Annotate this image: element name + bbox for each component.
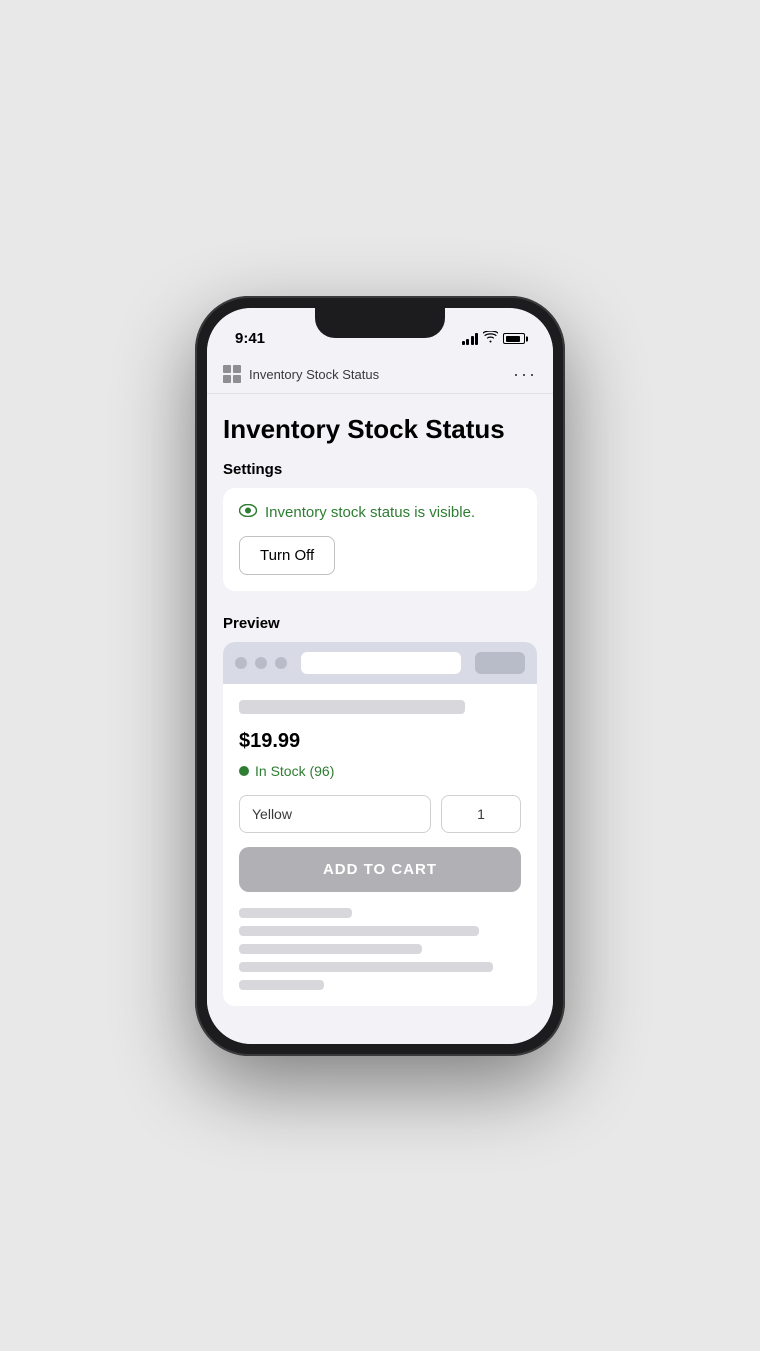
browser-address-bar (301, 652, 461, 674)
placeholder-line-1 (239, 908, 352, 918)
turn-off-button[interactable]: Turn Off (239, 536, 335, 575)
product-price: $19.99 (239, 730, 521, 753)
visibility-status: Inventory stock status is visible. (239, 504, 521, 522)
phone-device: 9:41 (195, 296, 565, 1056)
app-header: Inventory Stock Status ··· (207, 356, 553, 394)
placeholder-line-5 (239, 980, 324, 990)
app-header-left: Inventory Stock Status (223, 365, 379, 383)
page-content: Inventory Stock Status Settings Inventor… (207, 394, 553, 1044)
placeholder-line-4 (239, 962, 493, 972)
preview-content: $19.99 In Stock (96) Yellow 1 ADD TO CAR… (223, 684, 537, 1006)
quantity-input[interactable]: 1 (441, 795, 521, 833)
settings-card: Inventory stock status is visible. Turn … (223, 488, 537, 591)
notch (315, 308, 445, 338)
add-to-cart-button[interactable]: ADD TO CART (239, 847, 521, 892)
browser-dot-2 (255, 657, 267, 669)
placeholder-line-3 (239, 944, 422, 954)
preview-heading: Preview (223, 615, 537, 632)
product-image-placeholder (239, 700, 465, 714)
signal-icon (462, 333, 479, 345)
browser-dot-3 (275, 657, 287, 669)
wifi-icon (483, 331, 498, 346)
preview-card: $19.99 In Stock (96) Yellow 1 ADD TO CAR… (223, 642, 537, 1006)
description-placeholders (239, 908, 521, 990)
status-time: 9:41 (235, 330, 265, 347)
placeholder-line-2 (239, 926, 479, 936)
variant-selector[interactable]: Yellow (239, 795, 431, 833)
stock-status: In Stock (96) (239, 763, 521, 779)
status-icons (462, 331, 526, 346)
stock-dot (239, 766, 249, 776)
browser-bar (223, 642, 537, 684)
page-title: Inventory Stock Status (223, 414, 537, 445)
variant-row: Yellow 1 (239, 795, 521, 833)
battery-icon (503, 333, 525, 344)
browser-dot-1 (235, 657, 247, 669)
settings-heading: Settings (223, 461, 537, 478)
browser-btn-placeholder (475, 652, 525, 674)
more-options-icon[interactable]: ··· (513, 364, 537, 385)
phone-screen: 9:41 (207, 308, 553, 1044)
grid-icon (223, 365, 241, 383)
stock-text: In Stock (96) (255, 763, 334, 779)
eye-icon (239, 504, 257, 522)
app-header-title: Inventory Stock Status (249, 367, 379, 382)
visible-status-text: Inventory stock status is visible. (265, 504, 475, 521)
